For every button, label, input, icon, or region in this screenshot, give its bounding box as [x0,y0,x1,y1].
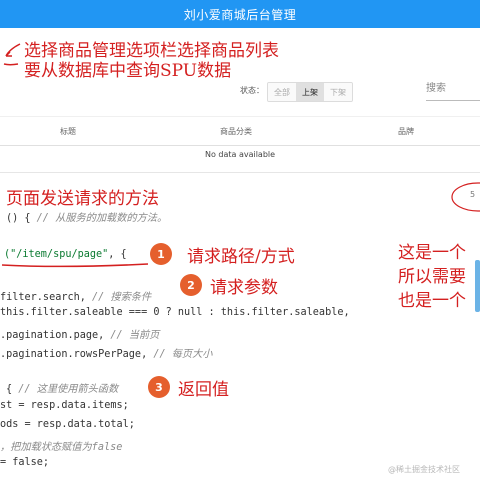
code-line-1: () { // 从服务的加载数的方法。 [6,213,168,224]
filter-toolbar: 状态： 全部 上架 下架 搜索 [0,76,480,104]
empty-table-text: No data available [204,150,276,159]
column-header-category[interactable]: 商品分类 [220,126,252,137]
step-badge-2: 2 [180,274,202,296]
divider [0,172,480,173]
code-line-6: .pagination.rowsPerPage, // 每页大小 [0,349,213,360]
code-line-5: .pagination.page, // 当前页 [0,330,160,341]
search-input[interactable]: 搜索 [426,78,480,101]
code-line-4: this.filter.saleable === 0 ? null : this… [0,307,350,318]
side-annotation-line3: 也是一个 [398,291,466,311]
circle-annotation-icon [451,182,480,212]
code-line-8: st = resp.data.items; [0,400,129,411]
step-badge-1: 1 [150,243,172,265]
code-line-10: ，把加载状态赋值为false [0,442,123,453]
code-line-11: = false; [0,457,50,468]
status-filter-group: 全部 上架 下架 [267,82,353,102]
circled-text: 5 [470,190,476,199]
filter-all-button[interactable]: 全部 [268,83,296,101]
table-header: 标题 商品分类 品牌 [0,116,480,146]
step-badge-3: 3 [148,376,170,398]
code-line-9: ods = resp.data.total; [0,419,135,430]
filter-onsale-button[interactable]: 上架 [296,83,324,101]
app-title: 刘小爱商城后台管理 [183,7,297,22]
step-label-3: 返回值 [178,380,229,400]
step-label-2: 请求参数 [210,278,278,298]
side-annotation-line1: 这是一个 [398,243,466,263]
side-annotation-line2: 所以需要 [398,267,466,287]
annotation-section-title: 页面发送请求的方法 [6,189,159,209]
scrollbar-thumb[interactable] [475,260,480,312]
underline-annotation-icon [1,263,149,268]
status-label: 状态： [240,86,264,95]
step-label-1: 请求路径/方式 [187,247,295,267]
column-header-brand[interactable]: 品牌 [398,126,414,137]
filter-offsale-button[interactable]: 下架 [324,83,352,101]
code-line-2: ("/item/spu/page", { [4,249,127,260]
watermark: @稀土掘金技术社区 [388,465,460,474]
code-line-7: { // 这里使用箭头函数 [6,384,119,395]
code-line-3: filter.search, // 搜索条件 [0,292,152,303]
arrow-annotation-icon [3,43,21,66]
app-title-bar: 刘小爱商城后台管理 [0,0,480,28]
column-header-title[interactable]: 标题 [60,126,76,137]
code-panel: 页面发送请求的方法 () { // 从服务的加载数的方法。 ("/item/sp… [0,180,480,480]
